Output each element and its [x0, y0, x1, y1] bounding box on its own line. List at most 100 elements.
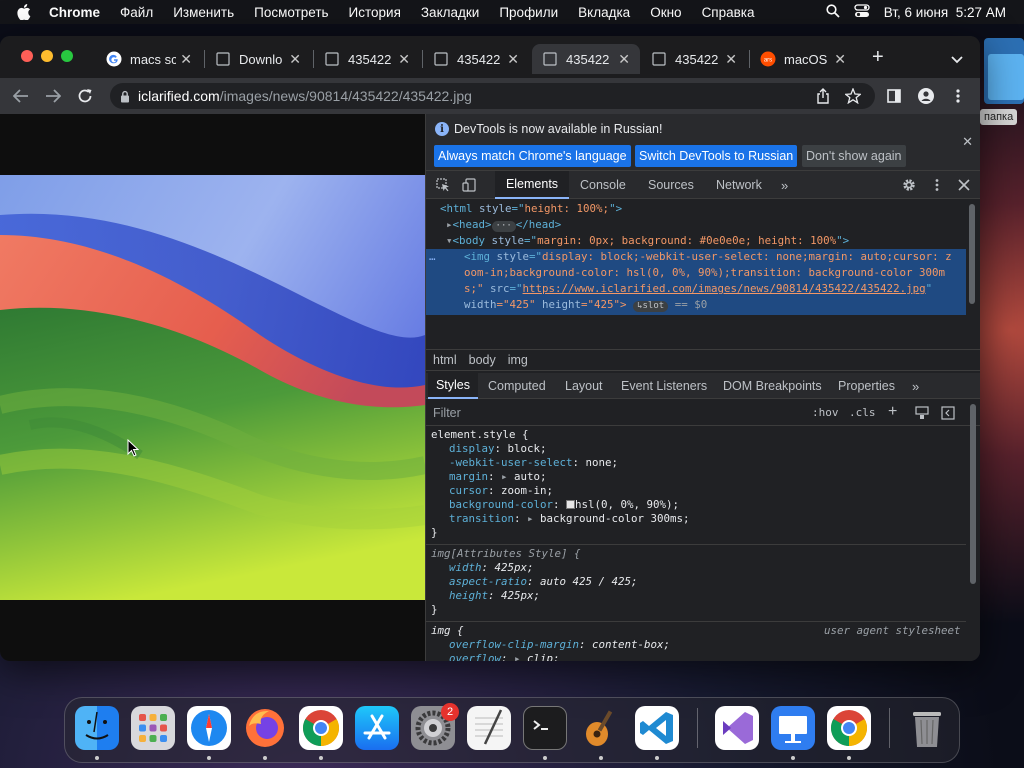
breadcrumb-html[interactable]: html [433, 353, 457, 367]
tab-close-icon[interactable]: ✕ [618, 52, 630, 66]
decl-background-color[interactable]: background-color: hsl(0, 0%, 90%); [449, 498, 679, 512]
tab-5-active[interactable]: 435422 ✕ [532, 44, 640, 74]
close-window-button[interactable] [21, 50, 33, 62]
dom-node-body[interactable]: ▾<body style="margin: 0px; background: #… [446, 233, 849, 249]
subtab-layout[interactable]: Layout [565, 373, 603, 399]
menu-profiles[interactable]: Профили [499, 5, 558, 20]
trash-icon[interactable] [905, 706, 949, 750]
garageband-icon[interactable] [579, 706, 623, 750]
tab-4[interactable]: 435422 ✕ [423, 44, 529, 74]
menu-tab[interactable]: Вкладка [578, 5, 630, 20]
chrome-icon[interactable] [299, 706, 343, 750]
menu-help[interactable]: Справка [702, 5, 755, 20]
slot-badge[interactable]: ↳slot [633, 301, 669, 312]
tab-network[interactable]: Network [716, 171, 762, 199]
subtab-event-listeners[interactable]: Event Listeners [621, 373, 707, 399]
subtab-properties[interactable]: Properties [838, 373, 895, 399]
tab-elements[interactable]: Elements [495, 171, 569, 199]
tab-7[interactable]: ars macOS ✕ [750, 44, 856, 74]
switch-to-russian-button[interactable]: Switch DevTools to Russian [635, 145, 798, 167]
control-center-icon[interactable] [854, 3, 870, 21]
close-devtools-icon[interactable] [956, 177, 972, 193]
tab-1[interactable]: macs sc ✕ [96, 44, 202, 74]
forward-icon[interactable] [44, 87, 62, 105]
dom-scrollbar[interactable] [969, 204, 975, 304]
subtab-computed[interactable]: Computed [488, 373, 546, 399]
profile-avatar-icon[interactable] [917, 87, 935, 105]
decl-display[interactable]: display: block; [449, 442, 547, 456]
firefox-icon[interactable] [243, 706, 287, 750]
terminal-icon[interactable] [523, 706, 567, 750]
img-src-link[interactable]: https://www.iclarified.com/images/news/9… [523, 282, 926, 295]
more-tabs-icon[interactable]: » [781, 171, 788, 199]
devtools-menu-icon[interactable] [929, 177, 945, 193]
close-infobar-icon[interactable]: ✕ [962, 134, 973, 150]
vscode-icon[interactable] [635, 706, 679, 750]
zoom-window-button[interactable] [61, 50, 73, 62]
dont-show-again-button[interactable]: Don't show again [802, 145, 906, 167]
toggle-sidebar-icon[interactable] [941, 406, 955, 423]
tab-console[interactable]: Console [580, 171, 626, 199]
decl-aspect-ratio[interactable]: aspect-ratio: auto 425 / 425; [449, 575, 638, 589]
keynote-icon[interactable] [771, 706, 815, 750]
menu-window[interactable]: Окно [650, 5, 681, 20]
cls-toggle[interactable]: .cls [849, 406, 876, 419]
finder-icon[interactable] [75, 706, 119, 750]
dom-tree[interactable]: <html style="height: 100%;"> ▸<head> ··· <… [426, 199, 980, 349]
breadcrumb-body[interactable]: body [469, 353, 496, 367]
menubar-datetime[interactable]: Вт, 6 июня 5:27 AM [884, 5, 1006, 20]
menu-edit[interactable]: Изменить [173, 5, 234, 20]
lock-icon[interactable] [120, 90, 130, 103]
subtab-dom-breakpoints[interactable]: DOM Breakpoints [723, 373, 822, 399]
minimize-window-button[interactable] [41, 50, 53, 62]
dom-node-head[interactable]: ▸<head> ··· </head> [446, 217, 561, 233]
tab-2[interactable]: Downlo ✕ [205, 44, 311, 74]
toggle-rendering-icon[interactable] [915, 406, 929, 423]
device-toolbar-icon[interactable] [461, 177, 477, 193]
spotlight-search-icon[interactable] [826, 3, 840, 21]
tab-close-icon[interactable]: ✕ [398, 52, 410, 66]
color-swatch[interactable] [566, 500, 576, 509]
settings-gear-icon[interactable] [901, 177, 917, 193]
tab-close-icon[interactable]: ✕ [725, 52, 737, 66]
styles-scrollbar[interactable] [970, 404, 976, 584]
tab-close-icon[interactable]: ✕ [289, 52, 301, 66]
decl-overflow-clip-margin[interactable]: overflow-clip-margin: content-box; [449, 638, 670, 652]
side-panel-icon[interactable] [885, 87, 903, 105]
decl-overflow[interactable]: overflow: ▸ clip; [449, 652, 560, 661]
tab-search-chevron-icon[interactable] [951, 52, 963, 67]
bookmark-star-icon[interactable] [843, 87, 863, 107]
chrome-menu-icon[interactable] [949, 87, 967, 105]
inspect-element-icon[interactable] [435, 177, 451, 193]
tab-6[interactable]: 435422 ✕ [641, 44, 747, 74]
breadcrumb-img[interactable]: img [508, 353, 528, 367]
launchpad-icon[interactable] [131, 706, 175, 750]
wallpaper-image[interactable] [0, 175, 425, 600]
apple-menu-icon[interactable] [15, 4, 33, 20]
visual-studio-icon[interactable] [715, 706, 759, 750]
decl-user-select[interactable]: -webkit-user-select: none; [449, 456, 618, 470]
reload-icon[interactable] [76, 87, 94, 105]
tab-3[interactable]: 435422 ✕ [314, 44, 420, 74]
safari-icon[interactable] [187, 706, 231, 750]
decl-width[interactable]: width: 425px; [449, 561, 534, 575]
tab-close-icon[interactable]: ✕ [507, 52, 519, 66]
styles-filter-input[interactable]: Filter [433, 406, 461, 420]
address-bar[interactable]: iclarified.com/images/news/90814/435422/… [110, 83, 875, 109]
chrome-canary-icon[interactable] [827, 706, 871, 750]
app-store-icon[interactable] [355, 706, 399, 750]
menu-view[interactable]: Посмотреть [254, 5, 328, 20]
subtab-styles[interactable]: Styles [428, 373, 478, 399]
dom-node-html[interactable]: <html style="height: 100%;"> [440, 201, 622, 217]
new-tab-plus-icon[interactable]: + [872, 47, 884, 67]
decl-cursor[interactable]: cursor: zoom-in; [449, 484, 553, 498]
menu-file[interactable]: Файл [120, 5, 153, 20]
always-match-language-button[interactable]: Always match Chrome's language [434, 145, 631, 167]
textedit-icon[interactable] [467, 706, 511, 750]
hov-toggle[interactable]: :hov [812, 406, 839, 419]
decl-transition[interactable]: transition: ▸ background-color 300ms; [449, 512, 690, 526]
menu-bookmarks[interactable]: Закладки [421, 5, 479, 20]
share-icon[interactable] [816, 88, 830, 107]
back-icon[interactable] [12, 87, 30, 105]
node-actions-ellipsis-icon[interactable]: … [429, 249, 436, 265]
